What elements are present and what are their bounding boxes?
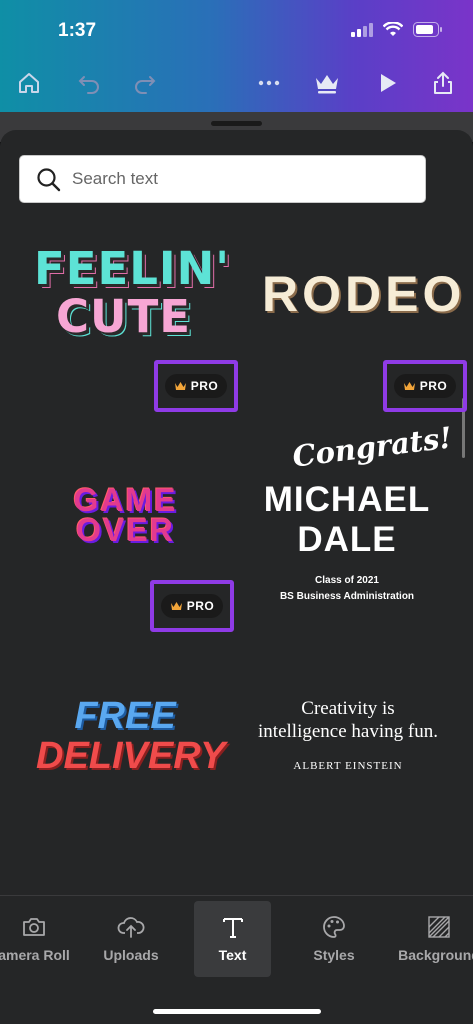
tab-label: Styles bbox=[313, 947, 355, 963]
more-icon[interactable] bbox=[254, 68, 284, 98]
tab-camera-roll[interactable]: amera Roll bbox=[0, 901, 74, 977]
search-icon bbox=[37, 168, 61, 192]
background-hatch-icon bbox=[428, 916, 450, 938]
tab-label: Text bbox=[218, 947, 247, 963]
sheet-drag-handle[interactable] bbox=[211, 121, 262, 126]
text-panel-sheet: FEELIN' CUTE PRO RODEO PRO GAME OVER PRO… bbox=[0, 130, 473, 895]
pro-badge: PRO bbox=[383, 360, 467, 412]
crown-icon bbox=[170, 601, 182, 610]
template-game-over[interactable]: GAME OVER bbox=[38, 482, 213, 548]
free-line2: DELIVERY bbox=[36, 735, 226, 777]
crown-icon bbox=[174, 381, 186, 390]
tab-text[interactable]: Text bbox=[194, 901, 271, 977]
graduation-line1: MICHAEL bbox=[263, 480, 431, 519]
template-feelin-cute[interactable]: FEELIN' CUTE bbox=[34, 242, 231, 343]
template-congrats-script[interactable]: Congrats! bbox=[291, 420, 454, 473]
status-icons bbox=[351, 22, 443, 37]
palette-icon bbox=[323, 916, 345, 938]
app-header: 1:37 bbox=[0, 0, 473, 112]
pro-label: PRO bbox=[190, 379, 219, 393]
play-icon[interactable] bbox=[372, 68, 402, 98]
crown-icon[interactable] bbox=[312, 68, 342, 98]
tab-uploads[interactable]: Uploads bbox=[96, 901, 166, 977]
redo-icon[interactable] bbox=[130, 68, 160, 98]
search-bar[interactable] bbox=[19, 155, 426, 203]
template-graduation-name[interactable]: MICHAEL DALE bbox=[262, 480, 432, 560]
graduation-line2: DALE bbox=[297, 520, 397, 559]
upload-cloud-icon bbox=[117, 917, 145, 938]
undo-icon[interactable] bbox=[74, 68, 104, 98]
free-line1: FREE bbox=[74, 695, 176, 737]
tab-background[interactable]: Background bbox=[396, 901, 473, 977]
graduation-sub2: BS Business Administration bbox=[279, 591, 415, 602]
crown-icon bbox=[403, 381, 415, 390]
pro-label: PRO bbox=[186, 599, 215, 613]
status-time: 1:37 bbox=[58, 20, 97, 41]
home-indicator bbox=[153, 1009, 321, 1014]
template-quote[interactable]: Creativity is intelligence having fun. bbox=[255, 697, 441, 743]
share-icon[interactable] bbox=[428, 68, 458, 98]
tab-label: Background bbox=[398, 947, 473, 963]
pro-badge: PRO bbox=[154, 360, 238, 412]
template-quote-author[interactable]: ALBERT EINSTEIN bbox=[255, 760, 441, 772]
template-free-delivery[interactable]: FREE DELIVERY bbox=[36, 695, 226, 777]
search-input[interactable] bbox=[72, 164, 412, 194]
tab-label: Uploads bbox=[103, 947, 159, 963]
template-game-line2: OVER bbox=[76, 512, 175, 548]
pro-badge: PRO bbox=[150, 580, 234, 632]
bottom-tab-bar: amera Roll Uploads Text Styles Backgroun… bbox=[0, 895, 473, 1024]
template-graduation-subtitle[interactable]: Class of 2021 BS Business Administration bbox=[262, 573, 432, 605]
pro-label: PRO bbox=[419, 379, 448, 393]
template-rodeo[interactable]: RODEO bbox=[262, 265, 465, 323]
signal-icon bbox=[351, 22, 373, 37]
tab-styles[interactable]: Styles bbox=[302, 901, 366, 977]
template-feelin-line2: CUTE bbox=[56, 290, 192, 343]
wifi-icon bbox=[383, 22, 403, 36]
template-game-line1: GAME bbox=[73, 482, 178, 518]
battery-icon bbox=[413, 22, 442, 37]
graduation-sub1: Class of 2021 bbox=[315, 575, 379, 586]
tab-label: amera Roll bbox=[0, 947, 70, 963]
camera-icon bbox=[23, 918, 45, 936]
editor-toolbar bbox=[0, 68, 473, 98]
home-icon[interactable] bbox=[14, 68, 44, 98]
template-feelin-line1: FEELIN' bbox=[34, 242, 231, 295]
text-t-icon bbox=[222, 918, 243, 938]
